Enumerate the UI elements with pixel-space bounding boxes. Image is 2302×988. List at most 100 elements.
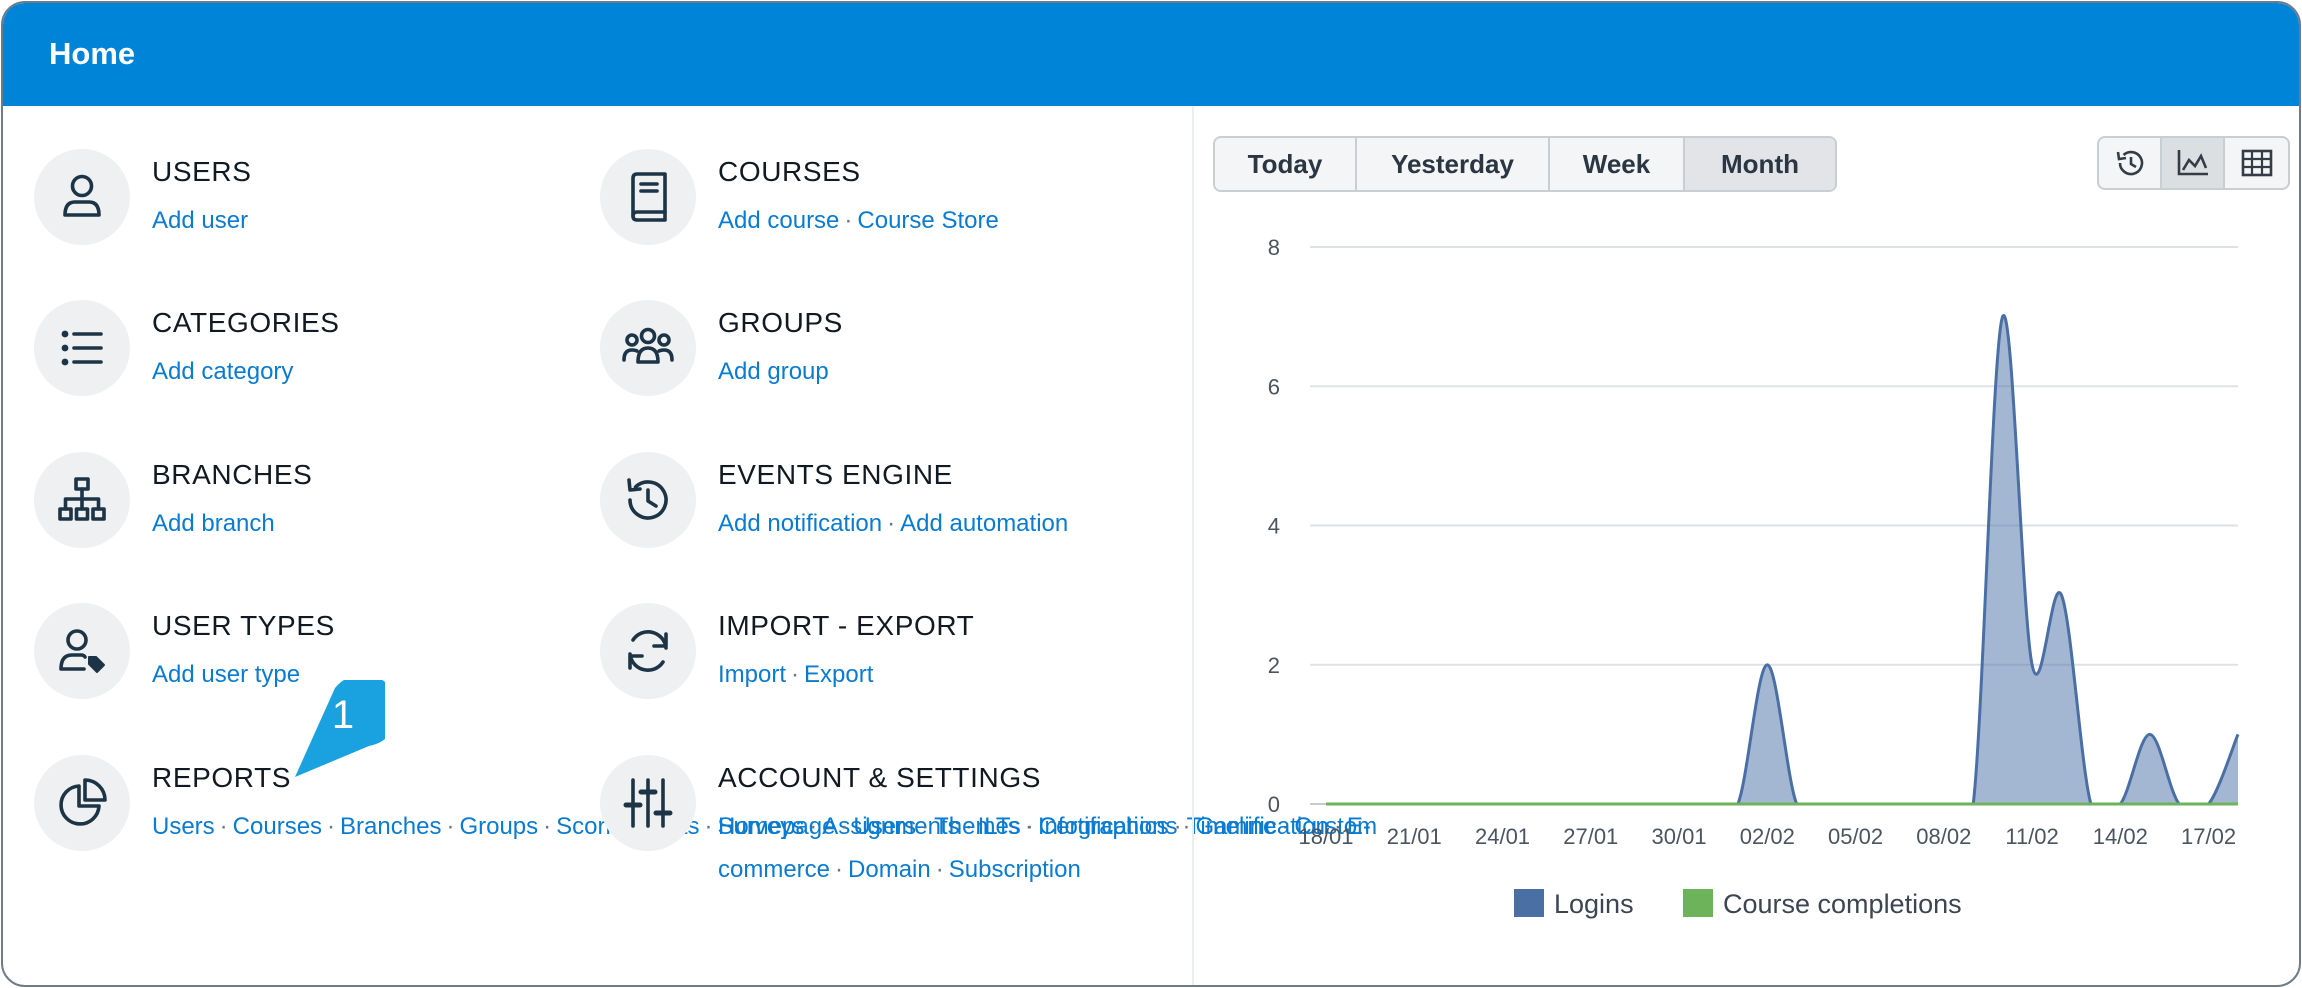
table-view-button[interactable]	[2225, 138, 2288, 188]
reports-link-users[interactable]: Users	[152, 813, 215, 840]
x-tick-label: 27/01	[1563, 824, 1618, 849]
tab-yesterday[interactable]: Yesterday	[1357, 138, 1550, 190]
link-separator: ·	[446, 813, 455, 840]
panel-divider	[1192, 106, 1194, 985]
reports-icon-circle[interactable]	[34, 755, 130, 851]
link-separator: ·	[327, 813, 336, 840]
courses-title[interactable]: COURSES	[718, 156, 861, 188]
x-tick-label: 05/02	[1828, 824, 1883, 849]
user-types-title[interactable]: USER TYPES	[152, 610, 335, 642]
x-tick-label: 08/02	[1916, 824, 1971, 849]
users-icon-circle[interactable]	[34, 149, 130, 245]
account-settings-icon-circle[interactable]	[600, 755, 696, 851]
area-chart-view-button[interactable]	[2162, 138, 2225, 188]
branches-title[interactable]: BRANCHES	[152, 459, 312, 491]
link-separator: ·	[835, 856, 844, 883]
link-separator: ·	[704, 813, 713, 840]
reports-link-groups[interactable]: Groups	[459, 813, 538, 840]
area-chart-icon	[2177, 150, 2208, 176]
account-settings-link-certifications[interactable]: Certifications	[1039, 813, 1178, 840]
courses-link-course-store[interactable]: Course Store	[857, 207, 998, 234]
y-tick-label: 8	[1268, 235, 1280, 260]
reports-links: Users·Courses·Branches·Groups·Scorm·Test…	[152, 805, 1377, 848]
categories-links: Add category	[152, 350, 592, 393]
events-engine-link-add-notification[interactable]: Add notification	[718, 510, 882, 537]
y-tick-label: 4	[1268, 514, 1280, 539]
reports-title[interactable]: REPORTS	[152, 762, 291, 794]
y-tick-label: 6	[1268, 374, 1280, 399]
tab-today[interactable]: Today	[1215, 138, 1357, 190]
list-icon	[61, 330, 103, 366]
title-bar: Home	[3, 3, 2299, 106]
courses-link-add-course[interactable]: Add course	[718, 207, 839, 234]
period-tabs: Today Yesterday Week Month	[1213, 136, 1837, 192]
x-tick-label: 24/01	[1475, 824, 1530, 849]
link-separator: ·	[791, 661, 800, 688]
import-export-link-import[interactable]: Import	[718, 661, 786, 688]
branches-icon-circle[interactable]	[34, 452, 130, 548]
groups-title[interactable]: GROUPS	[718, 307, 843, 339]
branches-links: Add branch	[152, 502, 592, 545]
account-settings-link-subscription[interactable]: Subscription	[949, 856, 1081, 883]
account-settings-link-users[interactable]: Users	[853, 813, 916, 840]
account-settings-link-domain[interactable]: Domain	[848, 856, 931, 883]
legend-logins-swatch	[1514, 889, 1544, 917]
user-types-icon-circle[interactable]	[34, 603, 130, 699]
history-icon	[2116, 150, 2143, 176]
tab-month[interactable]: Month	[1685, 138, 1835, 190]
groups-links: Add group	[718, 350, 1158, 393]
categories-title[interactable]: CATEGORIES	[152, 307, 340, 339]
sitemap-icon	[58, 477, 106, 521]
import-export-icon-circle[interactable]	[600, 603, 696, 699]
book-icon	[631, 172, 667, 222]
user-types-link-add-user-type[interactable]: Add user type	[152, 661, 300, 688]
y-tick-label: 2	[1268, 653, 1280, 678]
x-tick-label: 21/01	[1387, 824, 1442, 849]
users-title[interactable]: USERS	[152, 156, 251, 188]
logins-line	[1326, 314, 2240, 806]
groups-link-add-group[interactable]: Add group	[718, 358, 829, 385]
link-separator: ·	[921, 813, 930, 840]
events-engine-link-add-automation[interactable]: Add automation	[900, 510, 1068, 537]
import-export-title[interactable]: IMPORT - EXPORT	[718, 610, 974, 642]
link-separator: ·	[543, 813, 552, 840]
view-switcher	[2097, 136, 2290, 190]
x-tick-label: 11/02	[2005, 824, 2058, 849]
callout-label: 1	[332, 693, 354, 737]
home-panel: Home USERS Add user CATEGORIES Add category…	[1, 1, 2301, 987]
table-icon	[2241, 149, 2272, 177]
x-tick-label: 18/01	[1298, 824, 1353, 849]
courses-icon-circle[interactable]	[600, 149, 696, 245]
x-tick-label: 14/02	[2093, 824, 2148, 849]
user-icon	[63, 174, 101, 217]
history-view-button[interactable]	[2099, 138, 2162, 188]
users-links: Add user	[152, 199, 592, 242]
link-separator: ·	[1182, 813, 1191, 840]
legend-logins-label: Logins	[1554, 889, 1634, 919]
categories-icon-circle[interactable]	[34, 300, 130, 396]
categories-link-add-category[interactable]: Add category	[152, 358, 293, 385]
events-engine-title[interactable]: EVENTS ENGINE	[718, 459, 953, 491]
user-tag-icon	[59, 629, 105, 673]
link-separator: ·	[844, 207, 853, 234]
groups-icon-circle[interactable]	[600, 300, 696, 396]
link-separator: ·	[219, 813, 228, 840]
courses-links: Add course · Course Store	[718, 199, 1158, 242]
events-engine-icon-circle[interactable]	[600, 452, 696, 548]
y-tick-label: 0	[1268, 792, 1280, 817]
account-settings-link-homepage[interactable]: Homepage	[718, 813, 835, 840]
group-icon	[622, 327, 674, 364]
import-export-link-export[interactable]: Export	[804, 661, 873, 688]
reports-link-courses[interactable]: Courses	[233, 813, 322, 840]
users-link-add-user[interactable]: Add user	[152, 207, 248, 234]
legend-course-completions-label: Course completions	[1723, 889, 1962, 919]
account-settings-link-themes[interactable]: Themes	[934, 813, 1021, 840]
link-separator: ·	[840, 813, 849, 840]
branches-link-add-branch[interactable]: Add branch	[152, 510, 275, 537]
reports-link-branches[interactable]: Branches	[340, 813, 441, 840]
tab-week[interactable]: Week	[1550, 138, 1685, 190]
callout-badge: 1	[295, 680, 385, 777]
import-export-links: Import · Export	[718, 653, 1158, 696]
account-settings-title[interactable]: ACCOUNT & SETTINGS	[718, 762, 1041, 794]
x-tick-label: 30/01	[1652, 824, 1707, 849]
